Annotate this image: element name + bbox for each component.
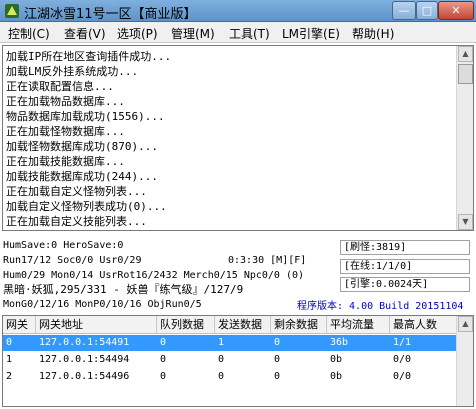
map-status: 黑暗·妖狐,295/331 - 妖兽『练气级』/127/9 <box>3 283 244 296</box>
cell-max-users: 0/0 <box>393 371 412 382</box>
col-queue[interactable]: 队列数据 <box>157 316 215 334</box>
cell-max-users: 1/1 <box>393 337 412 348</box>
cell-address: 127.0.0.1:54494 <box>39 354 130 365</box>
gateway-table[interactable]: 网关 网关地址 队列数据 发送数据 剩余数据 平均流量 最高人数 0 127.0… <box>2 315 474 407</box>
title-bar[interactable]: 江湖冰雪11号一区【商业版】 — □ ✕ <box>0 0 476 22</box>
log-line: 加载IP所在地区查询插件成功... <box>6 50 172 63</box>
scroll-up-icon[interactable]: ▲ <box>458 46 473 62</box>
cell-sent: 0 <box>218 354 225 365</box>
scroll-up-icon[interactable]: ▲ <box>458 316 473 332</box>
log-line: 正在加载技能数据库... <box>6 155 125 168</box>
table-header: 网关 网关地址 队列数据 发送数据 剩余数据 平均流量 最高人数 <box>3 316 458 334</box>
log-line: 正在读取配置信息... <box>6 80 114 93</box>
cell-remaining: 0 <box>274 354 281 365</box>
log-panel[interactable]: 加载IP所在地区查询插件成功... 加载LM反外挂系统成功... 正在读取配置信… <box>2 45 474 231</box>
log-line: 正在加载物品数据库... <box>6 95 125 108</box>
close-button[interactable]: ✕ <box>438 1 474 20</box>
menu-help[interactable]: 帮助(H) <box>352 25 394 42</box>
menu-lm-engine[interactable]: LM引擎(E) <box>282 25 340 42</box>
cell-gate: 0 <box>6 337 13 348</box>
col-remaining[interactable]: 剩余数据 <box>271 316 327 334</box>
log-line: 正在加载自定义技能列表... <box>6 215 147 228</box>
log-line: 加载怪物数据库成功(870)... <box>6 140 158 153</box>
cell-avg-traffic: 0b <box>330 354 343 365</box>
log-line: 正在加载怪物数据库... <box>6 125 125 138</box>
scroll-down-icon[interactable]: ▼ <box>458 214 473 230</box>
menu-options[interactable]: 选项(P) <box>117 25 158 42</box>
maximize-button[interactable]: □ <box>416 1 438 20</box>
col-address[interactable]: 网关地址 <box>36 316 157 334</box>
cell-sent: 0 <box>218 371 225 382</box>
table-row[interactable]: 1 127.0.0.1:54494 0 0 0 0b 0/0 <box>3 352 458 368</box>
menu-tools[interactable]: 工具(T) <box>229 25 270 42</box>
version-label: 程序版本: 4.00 Build 20151104 <box>297 301 464 312</box>
save-status: HumSave:0 HeroSave:0 <box>3 240 124 251</box>
cell-gate: 1 <box>6 354 13 365</box>
log-line: 物品数据库加载成功(1556)... <box>6 110 165 123</box>
window-title: 江湖冰雪11号一区【商业版】 <box>24 7 197 22</box>
menu-manage[interactable]: 管理(M) <box>171 25 215 42</box>
col-max-users[interactable]: 最高人数 <box>390 316 458 334</box>
cell-sent: 1 <box>218 337 225 348</box>
cell-queue: 0 <box>160 354 167 365</box>
minimize-button[interactable]: — <box>392 1 416 20</box>
log-line: 加载LM反外挂系统成功... <box>6 65 139 78</box>
table-row[interactable]: 0 127.0.0.1:54491 0 1 0 36b 1/1 <box>3 335 458 351</box>
cell-max-users: 0/0 <box>393 354 412 365</box>
cell-remaining: 0 <box>274 337 281 348</box>
online-counter: [在线:1/1/0] <box>340 259 470 274</box>
col-avg-traffic[interactable]: 平均流量 <box>327 316 390 334</box>
cell-avg-traffic: 0b <box>330 371 343 382</box>
table-row[interactable]: 2 127.0.0.1:54496 0 0 0 0b 0/0 <box>3 369 458 385</box>
hum-status: Hum0/29 Mon0/14 UsrRot16/2432 Merch0/15 … <box>3 270 305 281</box>
menu-control[interactable]: 控制(C) <box>8 25 50 42</box>
refresh-counter: [刷怪:3819] <box>340 240 470 255</box>
table-scrollbar[interactable]: ▲ <box>456 316 473 406</box>
app-icon <box>5 4 19 18</box>
cell-queue: 0 <box>160 371 167 382</box>
log-line: 加载技能数据库成功(244)... <box>6 170 158 183</box>
cell-gate: 2 <box>6 371 13 382</box>
cell-queue: 0 <box>160 337 167 348</box>
col-sent[interactable]: 发送数据 <box>215 316 271 334</box>
cell-remaining: 0 <box>274 371 281 382</box>
log-scrollbar[interactable]: ▲ ▼ <box>456 46 473 230</box>
scroll-thumb[interactable] <box>458 64 473 84</box>
cell-avg-traffic: 36b <box>330 337 349 348</box>
run-status: Run17/12 Soc0/0 Usr0/29 <box>3 255 142 266</box>
log-line: 加载自定义怪物列表成功(0)... <box>6 200 167 213</box>
menu-bar: 控制(C) 查看(V) 选项(P) 管理(M) 工具(T) LM引擎(E) 帮助… <box>0 22 476 43</box>
cell-address: 127.0.0.1:54491 <box>39 337 130 348</box>
mon-status: MonG0/12/16 MonP0/10/16 ObjRun0/5 <box>3 299 202 310</box>
log-line: 正在加载自定义怪物列表... <box>6 185 147 198</box>
engine-rate: [引擎:0.0024天] <box>340 277 470 292</box>
run-time: 0:3:30 [M][F] <box>228 255 307 266</box>
cell-address: 127.0.0.1:54496 <box>39 371 130 382</box>
col-gate[interactable]: 网关 <box>3 316 36 334</box>
menu-view[interactable]: 查看(V) <box>64 25 106 42</box>
